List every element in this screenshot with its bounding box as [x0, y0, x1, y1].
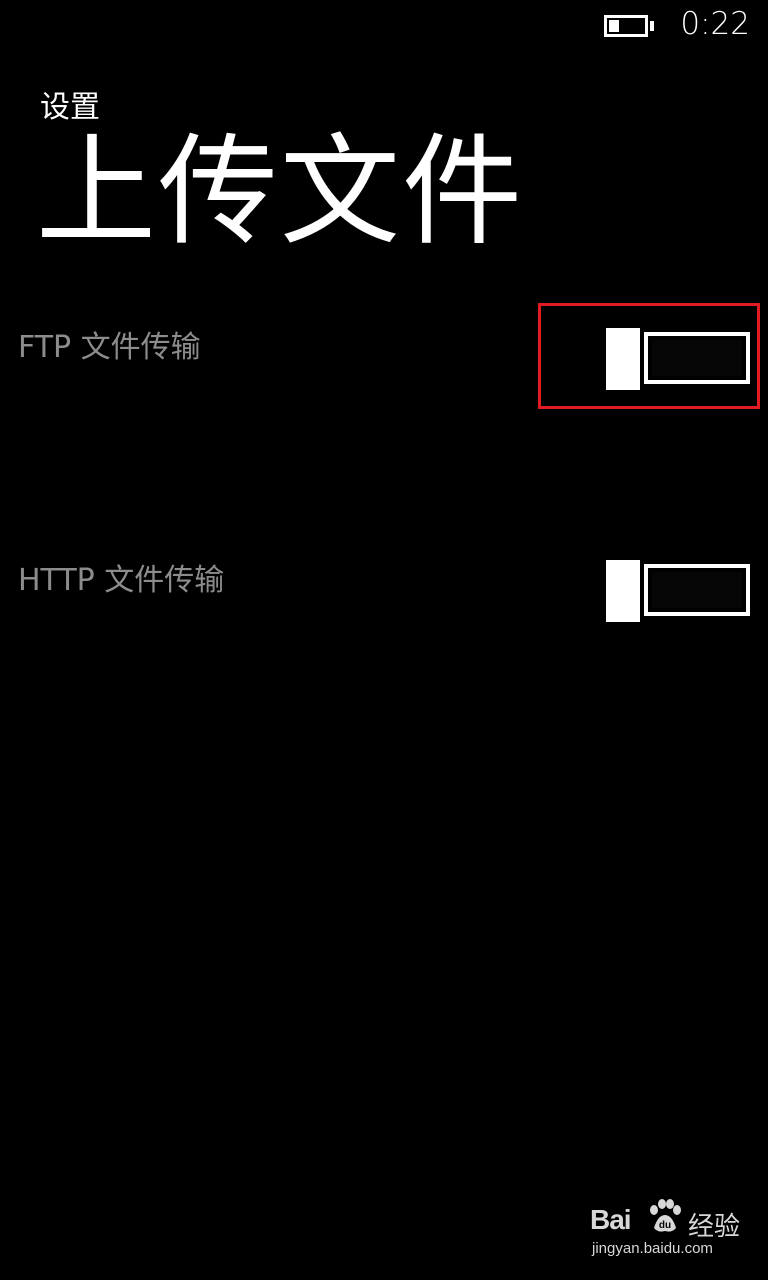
http-transfer-toggle[interactable]: [606, 560, 752, 624]
toggle-track: [644, 564, 750, 616]
toggle-track-inner: [652, 572, 742, 608]
watermark-url: jingyan.baidu.com: [592, 1240, 713, 1257]
http-transfer-label: HTTP 文件传输: [18, 563, 225, 598]
watermark-suffix: 经验: [688, 1212, 741, 1242]
toggle-thumb[interactable]: [606, 560, 640, 622]
status-bar: 0:22: [0, 0, 768, 52]
page-title: 上传文件: [36, 123, 524, 262]
baidu-jingyan-watermark: Bai du 经验 jingyan.baidu.com: [590, 1196, 760, 1266]
highlight-annotation-box: [538, 303, 760, 409]
svg-text:du: du: [659, 1220, 671, 1231]
battery-cap: [650, 21, 654, 31]
baidu-paw-icon: du: [650, 1199, 681, 1232]
ftp-transfer-label: FTP 文件传输: [18, 330, 201, 365]
battery-icon: [604, 15, 648, 37]
watermark-brand: Bai: [590, 1204, 632, 1235]
app-title: 设置: [40, 90, 100, 125]
status-clock: 0:22: [680, 6, 750, 42]
battery-level-fill: [609, 20, 619, 32]
